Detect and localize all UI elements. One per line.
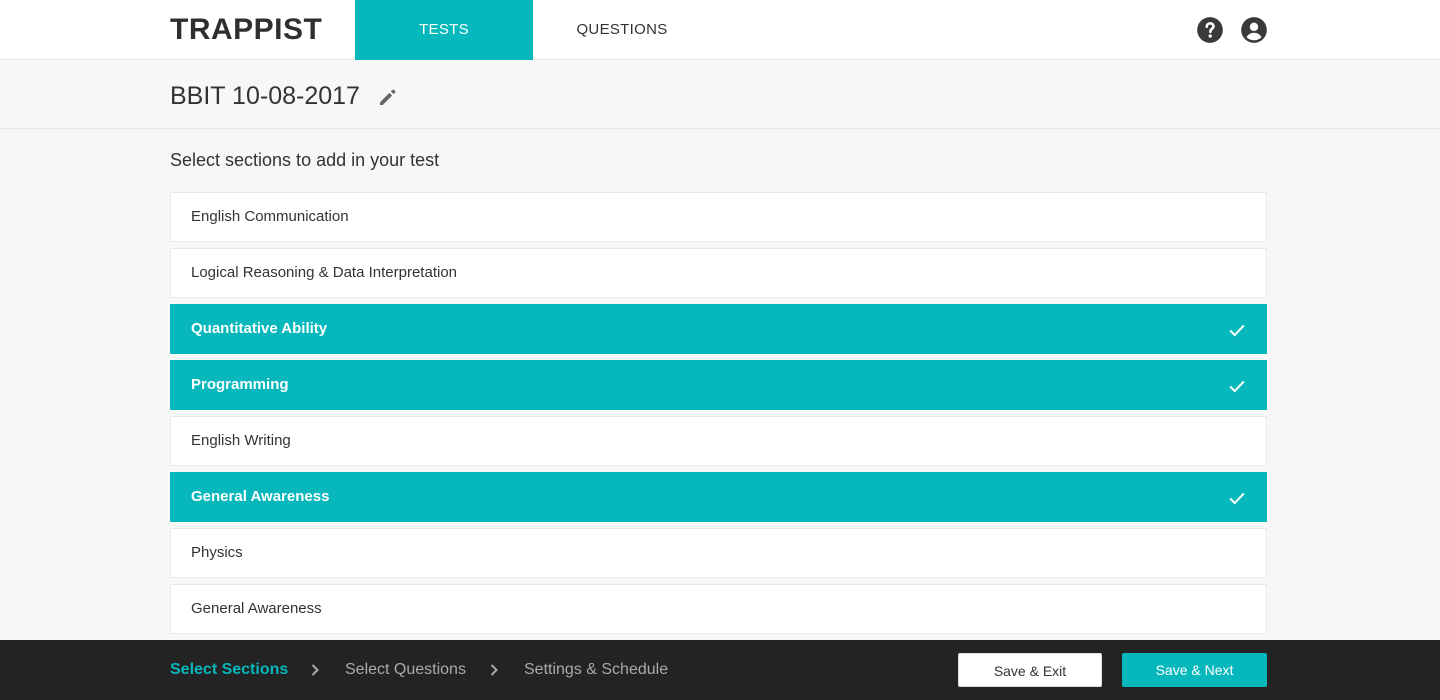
section-label: Programming (191, 376, 289, 393)
step-select-questions[interactable]: Select Questions (345, 640, 466, 700)
section-item-quantitative-ability[interactable]: Quantitative Ability (170, 304, 1267, 354)
section-item-english-writing[interactable]: English Writing (170, 416, 1267, 466)
step-select-sections[interactable]: Select Sections (170, 640, 288, 700)
help-icon[interactable] (1196, 16, 1224, 44)
section-label: Logical Reasoning & Data Interpretation (191, 264, 458, 281)
tab-tests[interactable]: TESTS (355, 0, 533, 60)
section-list: English Communication Logical Reasoning … (170, 192, 1267, 640)
step-settings-schedule[interactable]: Settings & Schedule (524, 640, 668, 700)
save-exit-button[interactable]: Save & Exit (958, 653, 1102, 687)
section-item-general-awareness-2[interactable]: General Awareness (170, 584, 1267, 634)
section-item-logical-reasoning[interactable]: Logical Reasoning & Data Interpretation (170, 248, 1267, 298)
chevron-right-icon (490, 664, 498, 676)
section-label: English Writing (191, 432, 291, 449)
section-item-physics[interactable]: Physics (170, 528, 1267, 578)
check-icon (1229, 492, 1245, 505)
section-label: English Communication (191, 208, 349, 225)
test-title: BBIT 10-08-2017 (170, 82, 360, 110)
check-icon (1229, 324, 1245, 337)
trappist-logo[interactable]: TRAPPIST (170, 14, 322, 46)
footer-bar: Select Sections Select Questions Setting… (0, 640, 1440, 700)
account-circle-icon[interactable] (1240, 16, 1268, 44)
section-label: Physics (191, 544, 243, 561)
sections-prompt: Select sections to add in your test (170, 150, 440, 170)
section-item-english-communication[interactable]: English Communication (170, 192, 1267, 242)
pencil-icon[interactable] (376, 85, 400, 109)
section-label: General Awareness (191, 488, 330, 505)
section-item-general-awareness[interactable]: General Awareness (170, 472, 1267, 522)
section-item-programming[interactable]: Programming (170, 360, 1267, 410)
section-label: Quantitative Ability (191, 320, 328, 337)
test-title-bar: BBIT 10-08-2017 (0, 61, 1440, 129)
top-navigation-bar: TRAPPIST TESTS QUESTIONS (0, 0, 1440, 60)
section-label: General Awareness (191, 600, 322, 617)
chevron-right-icon (311, 664, 319, 676)
save-next-button[interactable]: Save & Next (1122, 653, 1267, 687)
tab-questions[interactable]: QUESTIONS (533, 0, 711, 60)
check-icon (1229, 380, 1245, 393)
